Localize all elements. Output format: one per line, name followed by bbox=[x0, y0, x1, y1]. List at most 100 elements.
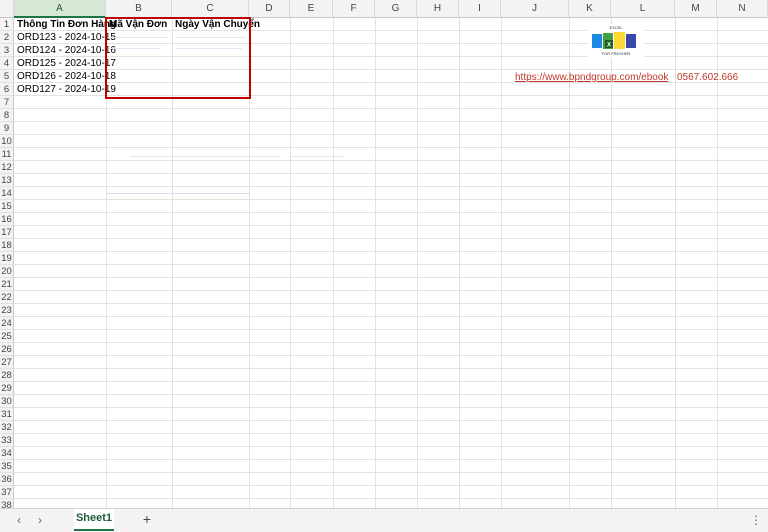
column-header-g[interactable]: G bbox=[375, 0, 417, 18]
row-header-21[interactable]: 21 bbox=[0, 278, 14, 291]
gridline bbox=[14, 355, 768, 356]
row-header-15[interactable]: 15 bbox=[0, 200, 14, 213]
gridline bbox=[14, 368, 768, 369]
chevron-left-icon[interactable]: ‹ bbox=[12, 513, 26, 527]
ghost-artifact bbox=[130, 156, 280, 157]
gridline bbox=[14, 459, 768, 460]
row-header-22[interactable]: 22 bbox=[0, 291, 14, 304]
row-header-20[interactable]: 20 bbox=[0, 265, 14, 278]
tab-sheet1[interactable]: Sheet1 bbox=[74, 509, 114, 531]
gridline bbox=[14, 303, 768, 304]
row-header-3[interactable]: 3 bbox=[0, 44, 14, 57]
gridline bbox=[14, 199, 768, 200]
row-header-10[interactable]: 10 bbox=[0, 135, 14, 148]
column-header-l[interactable]: L bbox=[611, 0, 675, 18]
spreadsheet-grid[interactable]: A B C D E F G H I J K L M N 1 2 3 4 5 6 7 8 9 10 1… bbox=[0, 0, 768, 508]
gridline bbox=[14, 446, 768, 447]
gridline bbox=[290, 18, 291, 508]
row-header-17[interactable]: 17 bbox=[0, 226, 14, 239]
gridline bbox=[569, 18, 570, 508]
row-header-2[interactable]: 2 bbox=[0, 31, 14, 44]
column-header-j[interactable]: J bbox=[501, 0, 569, 18]
column-header-d[interactable]: D bbox=[249, 0, 290, 18]
gridline bbox=[14, 264, 768, 265]
row-header-29[interactable]: 29 bbox=[0, 382, 14, 395]
row-header-31[interactable]: 31 bbox=[0, 408, 14, 421]
row-header-32[interactable]: 32 bbox=[0, 421, 14, 434]
cell-a1[interactable]: Thông Tin Đơn Hàng bbox=[15, 18, 116, 31]
row-header-9[interactable]: 9 bbox=[0, 122, 14, 135]
cell-a6[interactable]: ORD127 - 2024-10-19 bbox=[15, 83, 116, 96]
row-header-28[interactable]: 28 bbox=[0, 369, 14, 382]
row-header-26[interactable]: 26 bbox=[0, 343, 14, 356]
gridline bbox=[14, 147, 768, 148]
gridline bbox=[14, 498, 768, 499]
row-header-19[interactable]: 19 bbox=[0, 252, 14, 265]
row-header-23[interactable]: 23 bbox=[0, 304, 14, 317]
column-header-n[interactable]: N bbox=[717, 0, 768, 18]
cell-a4[interactable]: ORD125 - 2024-10-17 bbox=[15, 57, 116, 70]
gridline bbox=[14, 160, 768, 161]
row-header-12[interactable]: 12 bbox=[0, 161, 14, 174]
row-header-36[interactable]: 36 bbox=[0, 473, 14, 486]
row-header-34[interactable]: 34 bbox=[0, 447, 14, 460]
gridline bbox=[14, 134, 768, 135]
row-header-8[interactable]: 8 bbox=[0, 109, 14, 122]
ebook-link[interactable]: https://www.bpndgroup.com/ebook bbox=[515, 71, 668, 84]
row-header-14[interactable]: 14 bbox=[0, 187, 14, 200]
cell-a5[interactable]: ORD126 - 2024-10-18 bbox=[15, 70, 116, 83]
gridline bbox=[14, 290, 768, 291]
select-all-corner[interactable] bbox=[0, 0, 14, 18]
column-header-e[interactable]: E bbox=[290, 0, 333, 18]
row-header-1[interactable]: 1 bbox=[0, 18, 14, 31]
row-header-6[interactable]: 6 bbox=[0, 83, 14, 96]
excel-ebook-logo[interactable]: EXCEL X FOR FRESHER bbox=[588, 24, 644, 58]
row-header-35[interactable]: 35 bbox=[0, 460, 14, 473]
gridline bbox=[14, 472, 768, 473]
svg-text:X: X bbox=[607, 43, 611, 49]
cell-a2[interactable]: ORD123 - 2024-10-15 bbox=[15, 31, 116, 44]
gridline bbox=[14, 381, 768, 382]
row-header-13[interactable]: 13 bbox=[0, 174, 14, 187]
chevron-right-icon[interactable]: › bbox=[33, 513, 47, 527]
gridline bbox=[675, 18, 676, 508]
row-header-5[interactable]: 5 bbox=[0, 70, 14, 83]
column-header-i[interactable]: I bbox=[459, 0, 501, 18]
gridline bbox=[14, 212, 768, 213]
row-header-16[interactable]: 16 bbox=[0, 213, 14, 226]
gridline bbox=[717, 18, 718, 508]
gridline bbox=[14, 485, 768, 486]
column-header-k[interactable]: K bbox=[569, 0, 611, 18]
row-header-18[interactable]: 18 bbox=[0, 239, 14, 252]
row-header-30[interactable]: 30 bbox=[0, 395, 14, 408]
gridline bbox=[14, 186, 768, 187]
gridline bbox=[14, 342, 768, 343]
column-header-m[interactable]: M bbox=[675, 0, 717, 18]
gridline bbox=[14, 238, 768, 239]
row-header-25[interactable]: 25 bbox=[0, 330, 14, 343]
row-header-7[interactable]: 7 bbox=[0, 96, 14, 109]
column-header-f[interactable]: F bbox=[333, 0, 375, 18]
gridline bbox=[14, 277, 768, 278]
selection-highlight-box bbox=[105, 17, 251, 99]
gridline bbox=[501, 18, 502, 508]
column-header-a[interactable]: A bbox=[14, 0, 106, 18]
gridline bbox=[14, 407, 768, 408]
column-header-b[interactable]: B bbox=[106, 0, 172, 18]
cell-a3[interactable]: ORD124 - 2024-10-16 bbox=[15, 44, 116, 57]
row-header-24[interactable]: 24 bbox=[0, 317, 14, 330]
row-header-11[interactable]: 11 bbox=[0, 148, 14, 161]
vertical-ellipsis-icon[interactable]: ⋮ bbox=[750, 513, 762, 527]
row-header-33[interactable]: 33 bbox=[0, 434, 14, 447]
gridline bbox=[14, 121, 768, 122]
row-header-37[interactable]: 37 bbox=[0, 486, 14, 499]
row-header-4[interactable]: 4 bbox=[0, 57, 14, 70]
row-header-27[interactable]: 27 bbox=[0, 356, 14, 369]
column-header-c[interactable]: C bbox=[172, 0, 249, 18]
gridline bbox=[459, 18, 460, 508]
ghost-artifact bbox=[292, 156, 344, 157]
add-sheet-button[interactable]: + bbox=[140, 512, 154, 526]
logo-top-text: EXCEL bbox=[609, 25, 623, 30]
column-header-h[interactable]: H bbox=[417, 0, 459, 18]
row-header-38[interactable]: 38 bbox=[0, 499, 14, 508]
